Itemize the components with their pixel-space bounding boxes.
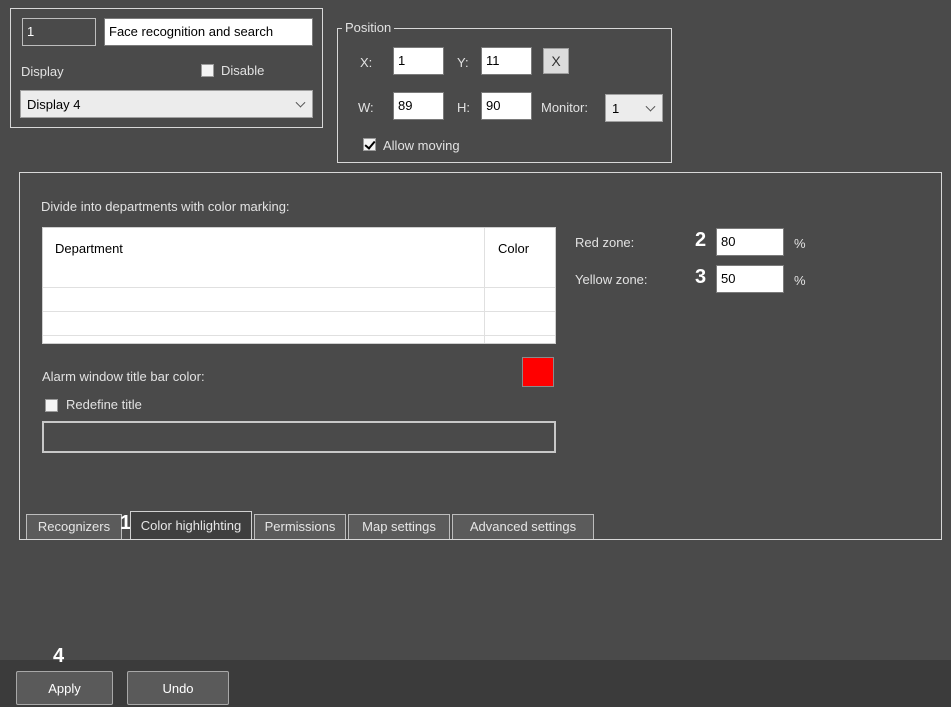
close-icon: X (551, 53, 561, 69)
monitor-select[interactable]: 1 (605, 94, 663, 122)
department-table[interactable]: Department Color (42, 227, 556, 344)
y-field[interactable]: 11 (481, 47, 532, 75)
x-field[interactable]: 1 (393, 47, 444, 75)
object-id-field[interactable]: 1 (22, 18, 96, 46)
tab-color-highlighting[interactable]: Color highlighting (130, 511, 252, 539)
h-label: H: (457, 100, 470, 115)
monitor-select-value: 1 (612, 100, 620, 116)
tab-permissions[interactable]: Permissions (254, 514, 346, 539)
allow-moving-checkbox[interactable] (363, 138, 376, 151)
column-header-department[interactable]: Department (55, 241, 123, 256)
tab-recognizers[interactable]: Recognizers (26, 514, 122, 539)
redefine-title-field[interactable] (42, 421, 556, 453)
divide-departments-label: Divide into departments with color marki… (41, 199, 290, 214)
column-header-color[interactable]: Color (498, 241, 529, 256)
yellow-zone-field[interactable]: 50 (716, 265, 784, 293)
disable-label: Disable (221, 63, 265, 78)
alarm-color-swatch[interactable] (522, 357, 554, 387)
table-row (43, 335, 555, 336)
object-name-field[interactable]: Face recognition and search (104, 18, 313, 46)
undo-button[interactable]: Undo (127, 671, 229, 705)
callout-marker-4: 4 (53, 645, 65, 667)
h-field[interactable]: 90 (481, 92, 532, 120)
redefine-title-checkbox[interactable] (45, 399, 58, 412)
display-select[interactable]: Display 4 (20, 90, 313, 118)
allow-moving-label: Allow moving (383, 138, 460, 153)
red-zone-field[interactable]: 80 (716, 228, 784, 256)
monitor-label: Monitor: (541, 100, 588, 115)
tab-map-settings[interactable]: Map settings (348, 514, 450, 539)
yellow-zone-label: Yellow zone: (575, 272, 648, 287)
disable-checkbox[interactable] (201, 64, 214, 77)
callout-marker-3: 3 (695, 266, 707, 288)
callout-marker-2: 2 (695, 229, 707, 251)
red-zone-label: Red zone: (575, 235, 635, 250)
position-legend: Position (342, 20, 395, 35)
reset-position-button[interactable]: X (543, 48, 569, 74)
column-divider (484, 228, 485, 343)
w-label: W: (358, 100, 374, 115)
alarm-title-color-label: Alarm window title bar color: (42, 369, 205, 384)
display-label: Display (21, 64, 64, 79)
tab-advanced-settings[interactable]: Advanced settings (452, 514, 594, 539)
apply-button[interactable]: Apply (16, 671, 113, 705)
x-label: X: (360, 55, 373, 70)
yellow-zone-percent: % (794, 273, 806, 288)
table-row (43, 311, 555, 312)
table-row (43, 287, 555, 288)
red-zone-percent: % (794, 236, 806, 251)
chevron-down-icon (645, 101, 656, 112)
chevron-down-icon (295, 97, 306, 108)
redefine-title-label: Redefine title (66, 397, 142, 412)
y-label: Y: (457, 55, 469, 70)
w-field[interactable]: 89 (393, 92, 444, 120)
display-select-value: Display 4 (27, 96, 81, 112)
